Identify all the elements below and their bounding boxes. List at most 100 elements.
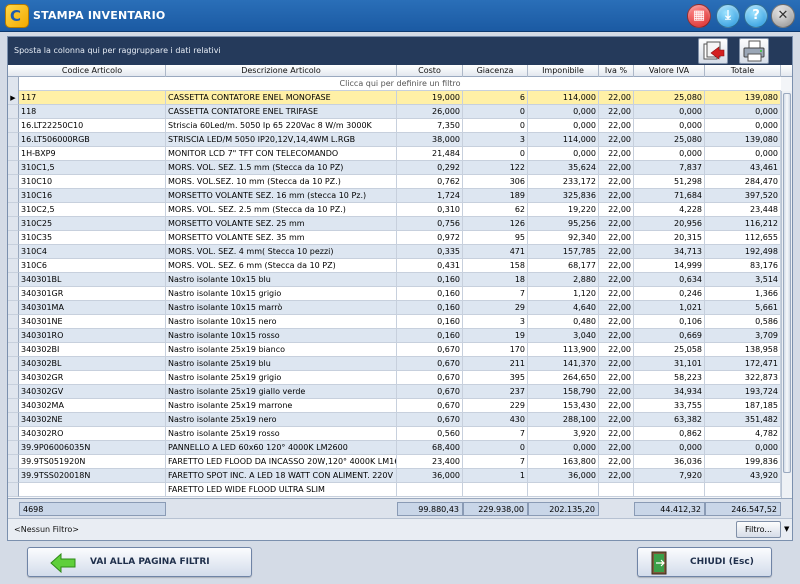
cell-valore-iva[interactable]: 58,223 <box>634 371 705 385</box>
cell-valore-iva[interactable]: 20,956 <box>634 217 705 231</box>
cell-costo[interactable]: 0,670 <box>397 399 463 413</box>
cell-iva[interactable]: 22,00 <box>599 343 634 357</box>
group-by-area[interactable]: Sposta la colonna qui per raggruppare i … <box>8 37 792 65</box>
cell-iva[interactable]: 22,00 <box>599 161 634 175</box>
cell-costo[interactable]: 21,484 <box>397 147 463 161</box>
cell-iva[interactable]: 22,00 <box>599 469 634 483</box>
row-indicator[interactable] <box>8 105 19 119</box>
row-indicator[interactable] <box>8 441 19 455</box>
cell-costo[interactable]: 0,560 <box>397 427 463 441</box>
cell-costo[interactable]: 0,431 <box>397 259 463 273</box>
cell-descrizione[interactable]: PANNELLO A LED 60x60 120° 4000K LM2600 <box>166 441 397 455</box>
cell-imponibile[interactable]: 2,880 <box>528 273 599 287</box>
cell-descrizione[interactable]: Nastro isolante 25x19 marrone <box>166 399 397 413</box>
table-row[interactable]: 340302RO Nastro isolante 25x19 rosso 0,560… <box>8 427 781 441</box>
cell-iva[interactable]: 22,00 <box>599 133 634 147</box>
cell-codice[interactable]: 310C10 <box>19 175 166 189</box>
print-button[interactable] <box>739 38 769 64</box>
col-valore-iva[interactable]: Valore IVA <box>634 65 705 77</box>
cell-totale[interactable]: 187,185 <box>705 399 781 413</box>
table-row[interactable]: 39.9TS051920N FARETTO LED FLOOD DA INCASS… <box>8 455 781 469</box>
cell-descrizione[interactable]: CASSETTA CONTATORE ENEL MONOFASE <box>166 91 397 105</box>
cell-giacenza[interactable]: 0 <box>463 441 528 455</box>
cell-costo[interactable]: 38,000 <box>397 133 463 147</box>
cell-valore-iva[interactable]: 0,246 <box>634 287 705 301</box>
table-row[interactable]: 310C25 MORSETTO VOLANTE SEZ. 25 mm 0,756 12… <box>8 217 781 231</box>
cell-totale[interactable]: 112,655 <box>705 231 781 245</box>
cell-valore-iva[interactable]: 25,058 <box>634 343 705 357</box>
cell-codice[interactable]: 340302BL <box>19 357 166 371</box>
close-button[interactable]: CHIUDI (Esc) <box>637 547 772 577</box>
cell-codice[interactable]: 310C6 <box>19 259 166 273</box>
cell-costo[interactable]: 0,670 <box>397 371 463 385</box>
row-indicator[interactable] <box>8 483 19 497</box>
cell-valore-iva[interactable]: 1,021 <box>634 301 705 315</box>
cell-codice[interactable]: 340301NE <box>19 315 166 329</box>
cell-iva[interactable]: 22,00 <box>599 175 634 189</box>
cell-totale[interactable]: 284,470 <box>705 175 781 189</box>
table-row[interactable]: ▶ 117 CASSETTA CONTATORE ENEL MONOFASE 19,0… <box>8 91 781 105</box>
cell-imponibile[interactable]: 0,480 <box>528 315 599 329</box>
cell-giacenza[interactable]: 0 <box>463 105 528 119</box>
table-row[interactable]: 1H-BXP9 MONITOR LCD 7" TFT CON TELECOMAND… <box>8 147 781 161</box>
cell-valore-iva[interactable]: 4,228 <box>634 203 705 217</box>
cell-imponibile[interactable]: 3,040 <box>528 329 599 343</box>
cell-giacenza[interactable]: 158 <box>463 259 528 273</box>
row-indicator[interactable] <box>8 245 19 259</box>
close-icon[interactable]: ✕ <box>771 4 795 28</box>
cell-descrizione[interactable]: Nastro isolante 10x15 marrò <box>166 301 397 315</box>
cell-imponibile[interactable]: 141,370 <box>528 357 599 371</box>
row-indicator[interactable] <box>8 217 19 231</box>
cell-costo[interactable]: 7,350 <box>397 119 463 133</box>
export-button[interactable] <box>698 38 728 64</box>
cell-giacenza[interactable]: 211 <box>463 357 528 371</box>
cell-valore-iva[interactable]: 7,920 <box>634 469 705 483</box>
table-row[interactable]: 310C10 MORS. VOL.SEZ. 10 mm (Stecca da 10… <box>8 175 781 189</box>
table-row[interactable]: 310C2,5 MORS. VOL. SEZ. 2.5 mm (Stecca da… <box>8 203 781 217</box>
cell-totale[interactable]: 322,873 <box>705 371 781 385</box>
cell-totale[interactable]: 3,514 <box>705 273 781 287</box>
cell-iva[interactable]: 22,00 <box>599 315 634 329</box>
cell-valore-iva[interactable]: 51,298 <box>634 175 705 189</box>
vertical-scrollbar[interactable] <box>781 91 792 498</box>
cell-descrizione[interactable]: Nastro isolante 10x15 grigio <box>166 287 397 301</box>
cell-totale[interactable]: 0,000 <box>705 105 781 119</box>
cell-iva[interactable]: 22,00 <box>599 427 634 441</box>
cell-iva[interactable]: 22,00 <box>599 189 634 203</box>
row-indicator[interactable] <box>8 455 19 469</box>
cell-codice[interactable]: 340302GV <box>19 385 166 399</box>
cell-descrizione[interactable]: Nastro isolante 10x15 rosso <box>166 329 397 343</box>
cell-costo[interactable]: 36,000 <box>397 469 463 483</box>
cell-descrizione[interactable]: FARETTO LED FLOOD DA INCASSO 20W,120° 40… <box>166 455 397 469</box>
cell-iva[interactable]: 22,00 <box>599 287 634 301</box>
cell-totale[interactable]: 3,709 <box>705 329 781 343</box>
cell-imponibile[interactable]: 0,000 <box>528 119 599 133</box>
cell-valore-iva[interactable]: 25,080 <box>634 91 705 105</box>
table-row[interactable]: 310C35 MORSETTO VOLANTE SEZ. 35 mm 0,972 95… <box>8 231 781 245</box>
cell-iva[interactable]: 22,00 <box>599 217 634 231</box>
col-giacenza[interactable]: Giacenza <box>463 65 528 77</box>
cell-costo[interactable]: 26,000 <box>397 105 463 119</box>
cell-valore-iva[interactable]: 63,382 <box>634 413 705 427</box>
table-row[interactable]: 340301MA Nastro isolante 10x15 marrò 0,160… <box>8 301 781 315</box>
row-indicator[interactable] <box>8 301 19 315</box>
cell-codice[interactable]: 310C25 <box>19 217 166 231</box>
row-indicator[interactable] <box>8 385 19 399</box>
cell-totale[interactable]: 192,498 <box>705 245 781 259</box>
cell-valore-iva[interactable]: 20,315 <box>634 231 705 245</box>
cell-giacenza[interactable]: 1 <box>463 469 528 483</box>
chevron-down-icon[interactable]: ▼ <box>784 525 789 533</box>
row-indicator[interactable] <box>8 469 19 483</box>
cell-giacenza[interactable]: 7 <box>463 427 528 441</box>
cell-valore-iva[interactable]: 0,000 <box>634 105 705 119</box>
col-descrizione-articolo[interactable]: Descrizione Articolo <box>166 65 397 77</box>
cell-totale[interactable]: 172,471 <box>705 357 781 371</box>
cell-totale[interactable]: 397,520 <box>705 189 781 203</box>
cell-descrizione[interactable]: Nastro isolante 25x19 grigio <box>166 371 397 385</box>
cell-imponibile[interactable]: 264,650 <box>528 371 599 385</box>
cell-totale[interactable]: 193,724 <box>705 385 781 399</box>
cell-giacenza[interactable]: 170 <box>463 343 528 357</box>
cell-descrizione[interactable]: Nastro isolante 10x15 nero <box>166 315 397 329</box>
cell-codice[interactable]: 340301BL <box>19 273 166 287</box>
cell-descrizione[interactable]: Nastro isolante 25x19 rosso <box>166 427 397 441</box>
